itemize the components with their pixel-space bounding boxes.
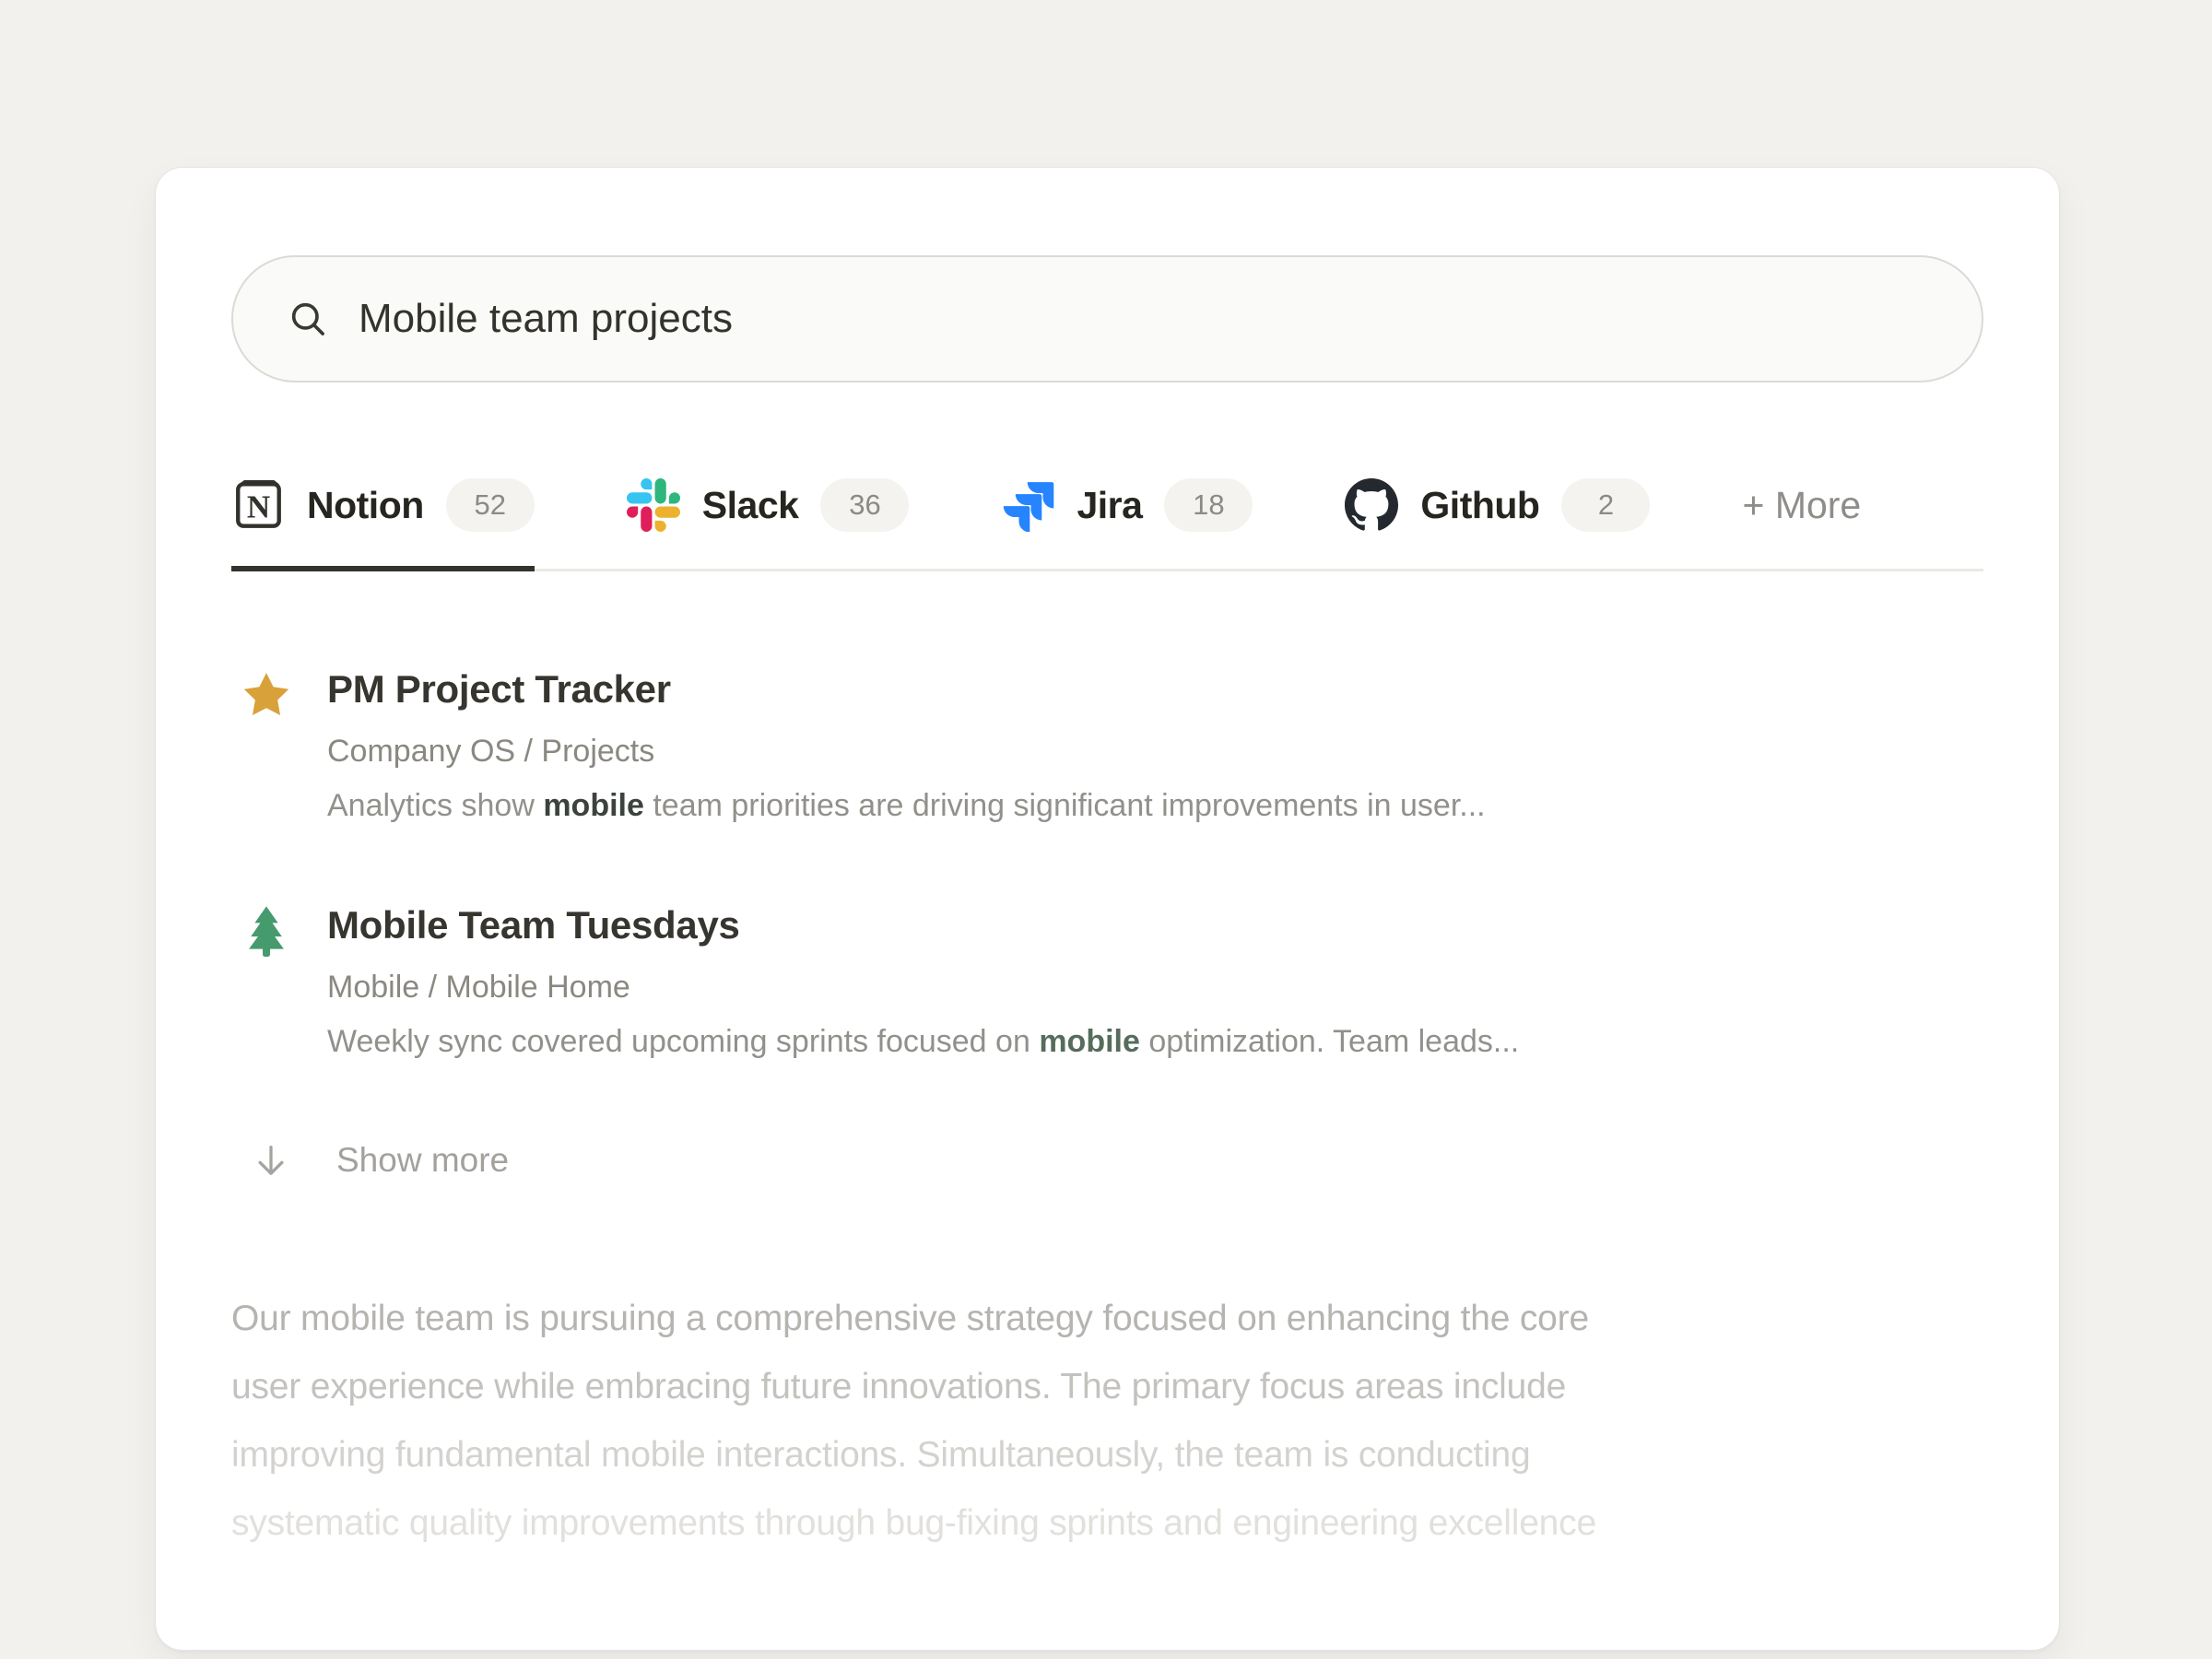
tab-slack[interactable]: Slack 36 (627, 478, 910, 569)
tab-notion-label: Notion (307, 484, 424, 527)
svg-text:N: N (247, 489, 270, 525)
result-breadcrumb: Mobile / Mobile Home (327, 970, 1519, 1006)
tab-github-label: Github (1420, 484, 1539, 527)
show-more-button[interactable]: Show more (241, 1139, 1983, 1182)
arrow-down-icon (250, 1139, 292, 1182)
jira-icon (1001, 478, 1054, 532)
star-icon (241, 667, 292, 723)
show-more-label: Show more (336, 1141, 509, 1180)
search-input[interactable] (359, 296, 1928, 342)
summary-line: Our mobile team is pursuing a comprehens… (231, 1285, 1983, 1353)
search-results-card: N Notion 52 (155, 167, 2060, 1651)
summary-line: systematic quality improvements through … (231, 1489, 1983, 1558)
results-list: PM Project Tracker Company OS / Projects… (231, 667, 1983, 1182)
search-bar[interactable] (231, 255, 1983, 382)
result-mobile-team-tuesdays[interactable]: Mobile Team Tuesdays Mobile / Mobile Hom… (241, 903, 1983, 1060)
result-snippet: Analytics show mobile team priorities ar… (327, 788, 1486, 824)
github-icon (1345, 478, 1398, 532)
summary-line: user experience while embracing future i… (231, 1353, 1983, 1421)
snippet-highlight: mobile (1039, 1024, 1140, 1059)
more-tabs-button[interactable]: + More (1742, 484, 1861, 564)
summary-line: improving fundamental mobile interaction… (231, 1421, 1983, 1489)
result-breadcrumb: Company OS / Projects (327, 734, 1486, 770)
tab-notion-count: 52 (446, 478, 535, 532)
result-title: Mobile Team Tuesdays (327, 903, 1519, 947)
result-pm-project-tracker[interactable]: PM Project Tracker Company OS / Projects… (241, 667, 1983, 824)
tab-slack-count: 36 (820, 478, 909, 532)
result-snippet: Weekly sync covered upcoming sprints foc… (327, 1024, 1519, 1060)
ai-summary-text: Our mobile team is pursuing a comprehens… (231, 1285, 1983, 1558)
notion-icon: N (231, 478, 285, 532)
pine-tree-icon (241, 903, 292, 959)
tab-jira-count: 18 (1164, 478, 1253, 532)
tab-jira[interactable]: Jira 18 (1001, 478, 1253, 569)
result-title: PM Project Tracker (327, 667, 1486, 712)
tab-github[interactable]: Github 2 (1345, 478, 1650, 569)
tab-github-count: 2 (1561, 478, 1650, 532)
source-tabs: N Notion 52 (231, 478, 1983, 571)
tab-slack-label: Slack (702, 484, 799, 527)
search-icon (287, 298, 329, 340)
tab-jira-label: Jira (1077, 484, 1142, 527)
tab-notion[interactable]: N Notion 52 (231, 478, 535, 569)
snippet-highlight: mobile (543, 788, 644, 823)
slack-icon (627, 478, 680, 532)
